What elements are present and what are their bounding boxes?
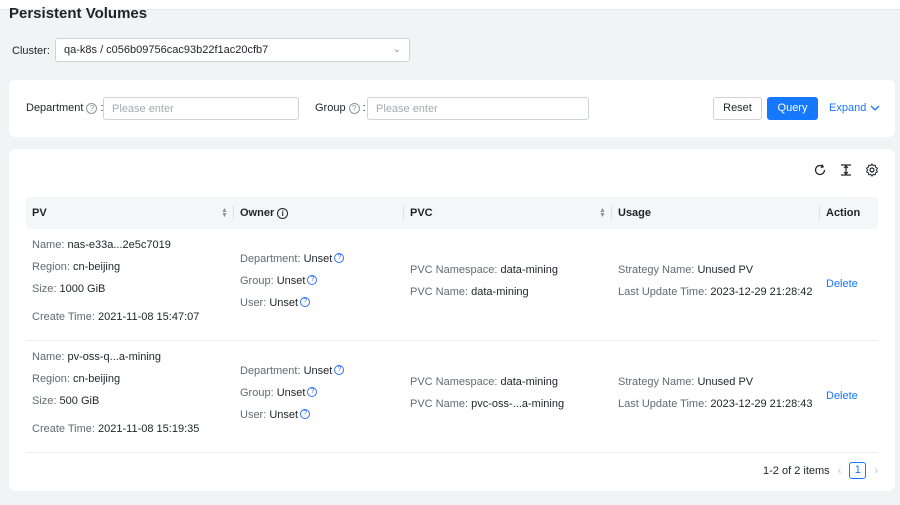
page-number[interactable]: 1 bbox=[849, 462, 867, 479]
owner-user: User: Unset? bbox=[240, 409, 311, 421]
pagination: 1-2 of 2 items ‹ 1 › bbox=[763, 462, 878, 479]
department-input[interactable] bbox=[103, 97, 299, 120]
column-header-pv[interactable]: PV bbox=[32, 197, 47, 229]
column-divider bbox=[819, 206, 820, 220]
chevron-left-icon[interactable]: ‹ bbox=[838, 465, 842, 477]
expand-label: Expand bbox=[829, 102, 867, 114]
refresh-icon[interactable] bbox=[813, 163, 827, 177]
sort-icon[interactable]: ▲ ▼ bbox=[599, 207, 606, 219]
usage-last-update: Last Update Time: 2023-12-29 21:28:43 bbox=[618, 398, 813, 410]
question-icon[interactable]: ? bbox=[307, 387, 318, 397]
pv-size: Size: 1000 GiB bbox=[32, 283, 106, 295]
filter-panel: Department ? : Group ? : Reset Query Exp… bbox=[9, 80, 895, 137]
delete-button[interactable]: Delete bbox=[826, 390, 858, 402]
gear-icon[interactable] bbox=[865, 163, 879, 177]
question-icon[interactable]: ? bbox=[300, 409, 311, 419]
group-filter-label: Group ? : bbox=[315, 102, 366, 114]
chevron-right-icon[interactable]: › bbox=[874, 465, 878, 477]
owner-department: Department: Unset? bbox=[240, 253, 345, 265]
owner-group: Group: Unset? bbox=[240, 275, 318, 287]
pvc-name: PVC Name: data-mining bbox=[410, 286, 529, 298]
reset-button[interactable]: Reset bbox=[713, 97, 762, 120]
question-icon[interactable]: ? bbox=[348, 102, 360, 114]
question-icon[interactable]: ? bbox=[334, 365, 345, 375]
column-header-pvc[interactable]: PVC bbox=[410, 197, 433, 229]
page-title: Persistent Volumes bbox=[9, 5, 148, 22]
column-divider bbox=[233, 206, 234, 220]
chevron-down-icon bbox=[870, 105, 880, 111]
question-icon[interactable]: ? bbox=[307, 275, 318, 285]
group-input[interactable] bbox=[367, 97, 589, 120]
table-toolbar bbox=[813, 163, 879, 177]
table-row: Name: nas-e33a...2e5c7019 Region: cn-bei… bbox=[26, 229, 878, 341]
pv-name: Name: nas-e33a...2e5c7019 bbox=[32, 239, 171, 251]
expand-toggle[interactable]: Expand bbox=[829, 102, 880, 114]
question-icon[interactable]: ? bbox=[86, 102, 98, 114]
pv-size: Size: 500 GiB bbox=[32, 395, 100, 407]
column-divider bbox=[403, 206, 404, 220]
pv-name: Name: pv-oss-q...a-mining bbox=[32, 351, 162, 363]
pv-region: Region: cn-beijing bbox=[32, 373, 121, 385]
cluster-select[interactable]: qa-k8s / c056b09756cac93b22f1ac20cfb7 ⌄ bbox=[55, 38, 410, 62]
table-header: PV ▲ ▼ Owner i PVC ▲ ▼ Usage Action bbox=[26, 197, 878, 229]
pv-create-time: Create Time: 2021-11-08 15:19:35 bbox=[32, 423, 200, 435]
pv-region: Region: cn-beijing bbox=[32, 261, 121, 273]
pvc-name: PVC Name: pvc-oss-...a-mining bbox=[410, 398, 565, 410]
delete-button[interactable]: Delete bbox=[826, 278, 858, 290]
cluster-label: Cluster: bbox=[12, 45, 50, 57]
chevron-down-icon: ⌄ bbox=[392, 44, 401, 55]
pv-table-panel: PV ▲ ▼ Owner i PVC ▲ ▼ Usage Action Name: n… bbox=[9, 149, 895, 491]
usage-strategy: Strategy Name: Unused PV bbox=[618, 376, 754, 388]
column-height-icon[interactable] bbox=[839, 163, 853, 177]
owner-department: Department: Unset? bbox=[240, 365, 345, 377]
department-filter-label: Department ? : bbox=[26, 102, 104, 114]
pvc-namespace: PVC Namespace: data-mining bbox=[410, 264, 558, 276]
owner-user: User: Unset? bbox=[240, 297, 311, 309]
question-icon[interactable]: ? bbox=[334, 253, 345, 263]
owner-header-text: Owner bbox=[240, 207, 275, 219]
column-header-action: Action bbox=[826, 207, 861, 219]
colon: : bbox=[362, 102, 366, 114]
query-button[interactable]: Query bbox=[767, 97, 818, 120]
pvc-namespace: PVC Namespace: data-mining bbox=[410, 376, 558, 388]
usage-strategy: Strategy Name: Unused PV bbox=[618, 264, 754, 276]
owner-group: Group: Unset? bbox=[240, 387, 318, 399]
column-header-usage: Usage bbox=[618, 207, 652, 219]
group-label-text: Group bbox=[315, 102, 346, 114]
cluster-value: qa-k8s / c056b09756cac93b22f1ac20cfb7 bbox=[64, 44, 269, 56]
column-header-owner: Owner i bbox=[240, 197, 289, 229]
column-divider bbox=[611, 206, 612, 220]
table-row: Name: pv-oss-q...a-mining Region: cn-bei… bbox=[26, 341, 878, 453]
question-icon[interactable]: ? bbox=[300, 297, 311, 307]
pagination-summary: 1-2 of 2 items bbox=[763, 464, 830, 477]
usage-last-update: Last Update Time: 2023-12-29 21:28:42 bbox=[618, 286, 813, 298]
pv-create-time: Create Time: 2021-11-08 15:47:07 bbox=[32, 311, 200, 323]
info-icon[interactable]: i bbox=[277, 208, 289, 219]
department-label-text: Department bbox=[26, 102, 84, 114]
sort-icon[interactable]: ▲ ▼ bbox=[221, 207, 228, 219]
